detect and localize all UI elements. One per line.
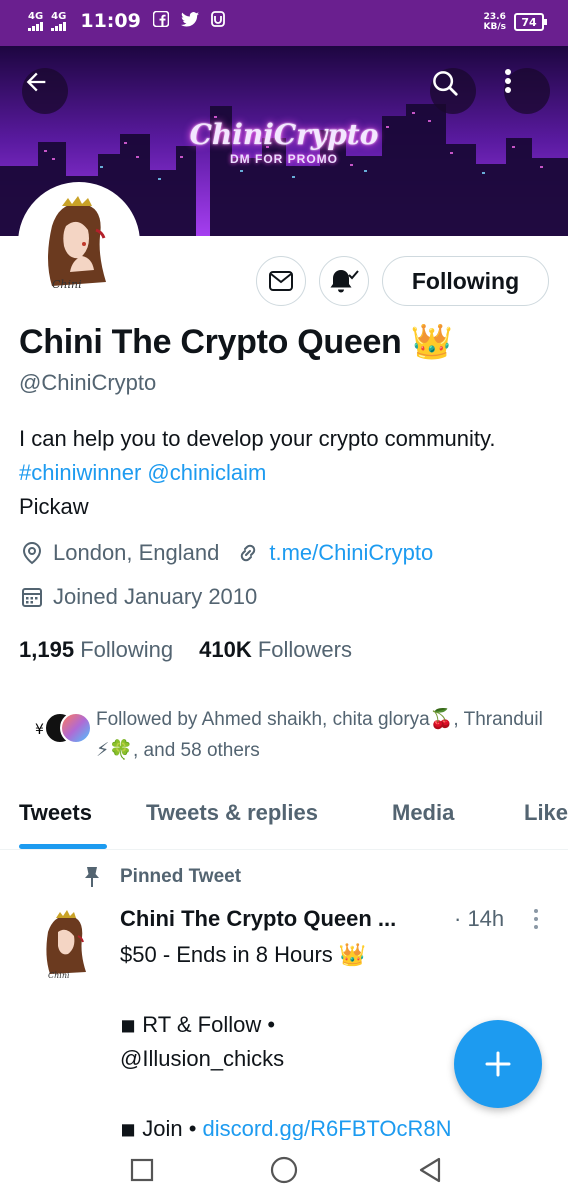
following-button[interactable]: Following (382, 256, 549, 306)
plus-icon (485, 1051, 511, 1077)
tweet-text-line: $50 - Ends in 8 Hours 👑 (120, 942, 367, 967)
more-vertical-icon (534, 909, 538, 929)
message-button[interactable] (256, 256, 306, 306)
profile-bio: I can help you to develop your crypto co… (19, 426, 496, 519)
network-speed: 23.6 KB/s (483, 12, 506, 32)
location-text: London, England (53, 540, 220, 565)
signal-bars-icon (28, 21, 44, 31)
signal-indicator-2: 4G (51, 11, 67, 31)
profile-name: Chini The Crypto Queen 👑 (19, 323, 453, 361)
avatar-illustration: Chini (34, 906, 100, 984)
mini-avatar (60, 712, 92, 744)
notifications-button[interactable] (319, 256, 369, 306)
tweet-more-button[interactable] (530, 908, 542, 930)
followed-by-text[interactable]: Followed by Ahmed shaikh, chita glorya🍒,… (96, 704, 548, 766)
back-nav-button[interactable] (414, 1154, 446, 1186)
tab-tweets-replies[interactable]: Tweets & replies (146, 800, 318, 826)
banner-brand-text: ChiniCrypto (189, 118, 379, 151)
facebook-icon (152, 10, 170, 31)
pinned-tweet-label: Pinned Tweet (82, 866, 241, 888)
shield-app-icon (210, 11, 225, 31)
active-tab-indicator (19, 844, 107, 849)
tweet-mention-link[interactable]: @Illusion_chicks (120, 1046, 284, 1072)
search-icon (433, 71, 458, 96)
bell-check-icon (330, 270, 359, 293)
svg-text:Chini: Chini (48, 971, 70, 980)
svg-text:¥: ¥ (35, 722, 44, 738)
tweet-text-line: ◾ RT & Follow • (120, 1012, 276, 1037)
joined-row: Joined January 2010 (19, 584, 257, 610)
discord-link[interactable]: discord.gg/R6FBTOcR8N (203, 1116, 452, 1141)
mention-link[interactable]: @chiniclaim (147, 460, 266, 485)
tweet-author-name[interactable]: Chini The Crypto Queen ... (120, 906, 396, 932)
back-button[interactable] (22, 68, 68, 114)
more-options-button[interactable] (504, 68, 550, 114)
location-pin-icon (19, 540, 45, 566)
twitter-icon (180, 11, 199, 31)
recents-button[interactable] (126, 1154, 158, 1186)
status-bar: 4G 4G 11:09 23.6 KB/s 74 (0, 0, 568, 46)
link-icon (235, 540, 261, 566)
tweet-time: · 14h (454, 906, 505, 931)
search-button[interactable] (430, 68, 476, 114)
clock: 11:09 (80, 10, 141, 32)
pin-icon (85, 867, 99, 887)
banner-promo-text: DM FOR PROMO (230, 152, 338, 166)
square-icon (130, 1158, 154, 1182)
home-button[interactable] (268, 1154, 300, 1186)
followers-stat[interactable]: 410K Followers (199, 637, 352, 663)
calendar-icon (19, 584, 45, 610)
more-vertical-icon (505, 69, 511, 93)
compose-tweet-button[interactable] (454, 1020, 542, 1108)
follow-stats: 1,195 Following 410K Followers (19, 637, 352, 663)
crown-emoji: 👑 (410, 323, 453, 361)
circle-icon (270, 1156, 298, 1184)
tweet-author-avatar[interactable]: Chini (34, 906, 100, 984)
system-navigation-bar (0, 1140, 568, 1200)
signal-indicator-1: 4G (28, 11, 44, 31)
followed-by-avatars[interactable]: ¥ (26, 712, 96, 752)
tab-tweets[interactable]: Tweets (19, 800, 92, 826)
signal-bars-icon (51, 21, 67, 31)
envelope-icon (269, 271, 293, 291)
tab-likes[interactable]: Like (524, 800, 568, 826)
joined-text: Joined January 2010 (53, 584, 258, 609)
profile-meta-row: London, England t.me/ChiniCrypto (19, 540, 433, 566)
profile-tabs: Tweets Tweets & replies Media Like (0, 786, 568, 850)
tweet-text-line: ◾ Join • discord.gg/R6FBTOcR8N (120, 1116, 452, 1141)
website-link[interactable]: t.me/ChiniCrypto (269, 540, 433, 566)
hashtag-link[interactable]: #chiniwinner (19, 460, 141, 485)
svg-text:Chini: Chini (52, 278, 82, 291)
battery-icon: 74 (514, 13, 547, 31)
following-stat[interactable]: 1,195 Following (19, 637, 173, 663)
tab-media[interactable]: Media (392, 800, 454, 826)
avatar-illustration: Chini (22, 186, 136, 300)
arrow-left-icon (26, 72, 46, 92)
triangle-back-icon (419, 1157, 441, 1183)
profile-avatar[interactable]: Chini (18, 182, 140, 304)
profile-handle: @ChiniCrypto (19, 370, 157, 395)
